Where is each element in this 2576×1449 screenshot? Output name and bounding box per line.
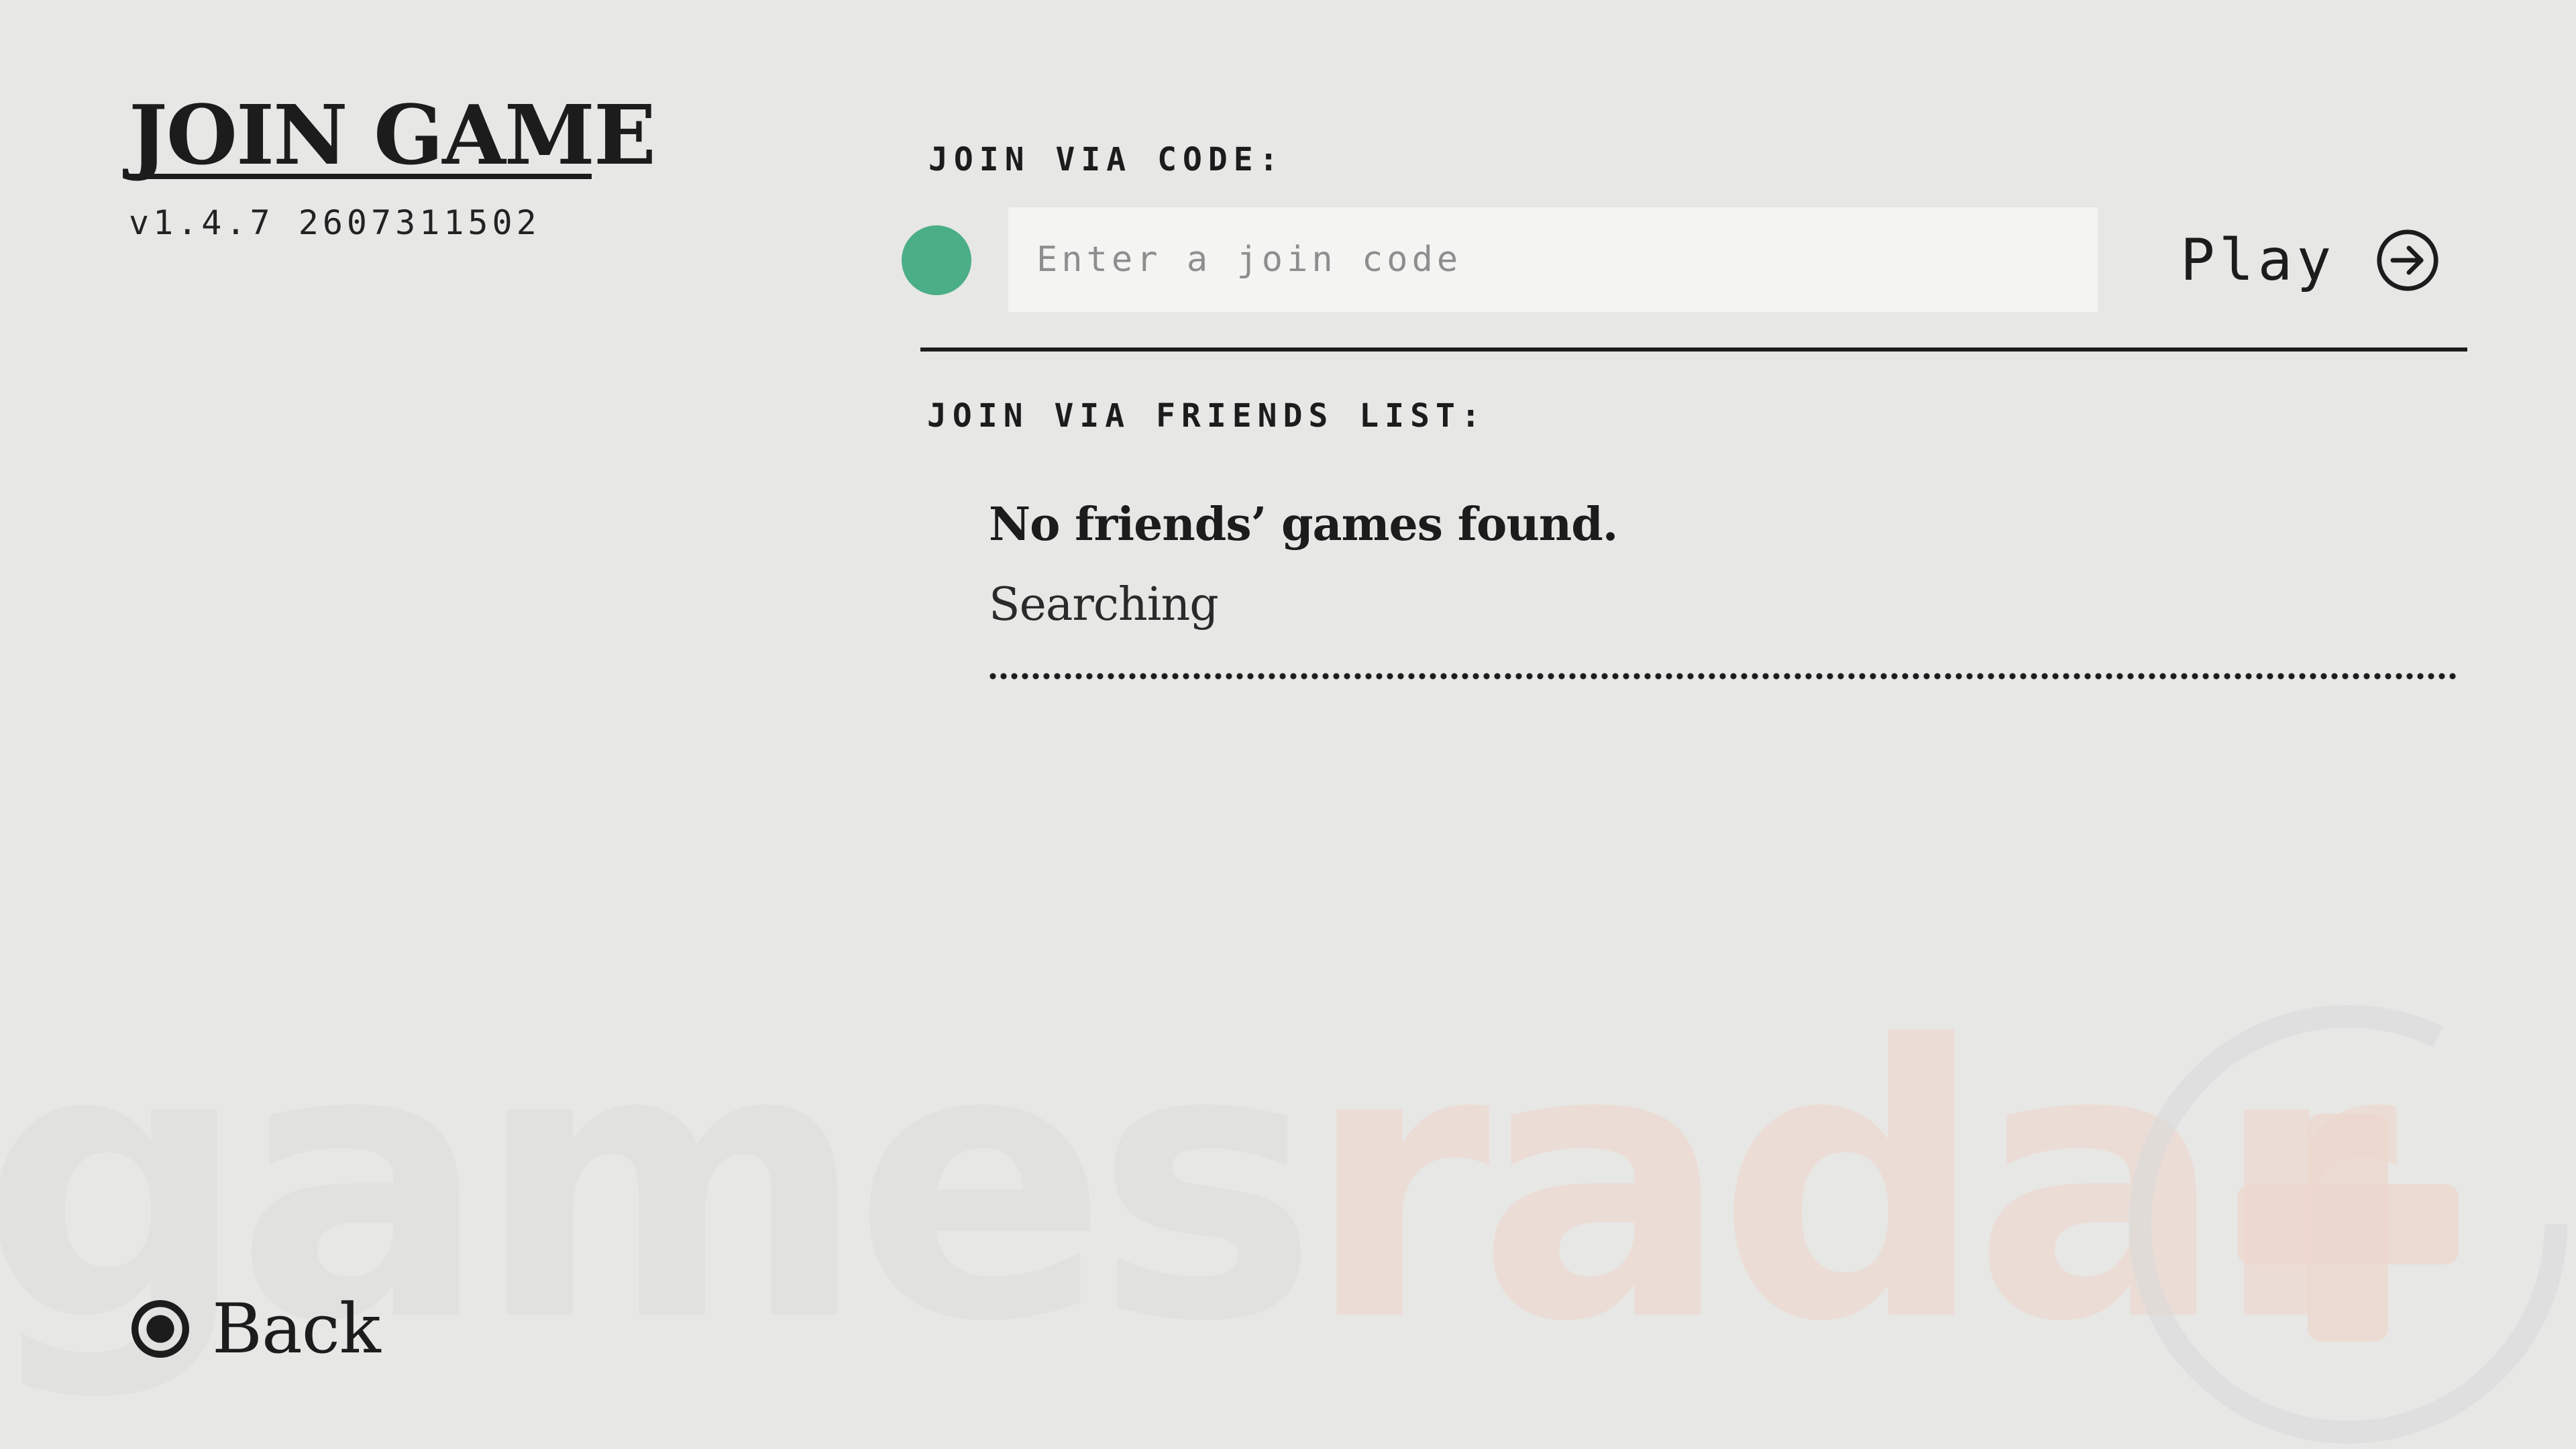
circle-button-icon	[131, 1300, 189, 1358]
join-via-code-label: JOIN VIA CODE:	[928, 141, 1285, 178]
back-label: Back	[212, 1289, 381, 1369]
title-underline	[129, 174, 592, 179]
play-label: Play	[2180, 227, 2336, 294]
section-divider	[920, 347, 2467, 352]
page-title: JOIN GAME	[129, 87, 656, 183]
watermark-radar: radar	[1305, 967, 2400, 1404]
back-button[interactable]: Back	[131, 1289, 381, 1369]
searching-status: Searching	[989, 578, 1219, 631]
play-button[interactable]: Play	[2180, 213, 2462, 307]
no-friends-message: No friends’ games found.	[989, 498, 1618, 551]
version-label: v1.4.7 2607311502	[129, 203, 541, 242]
join-via-friends-label: JOIN VIA FRIENDS LIST:	[927, 397, 1487, 435]
status-dot-icon	[902, 225, 971, 295]
gamesradar-watermark: gamesradar	[0, 967, 2567, 1444]
arrow-right-circle-icon	[2377, 229, 2438, 291]
join-code-input[interactable]	[1008, 207, 2098, 312]
dotted-separator	[987, 672, 2458, 680]
